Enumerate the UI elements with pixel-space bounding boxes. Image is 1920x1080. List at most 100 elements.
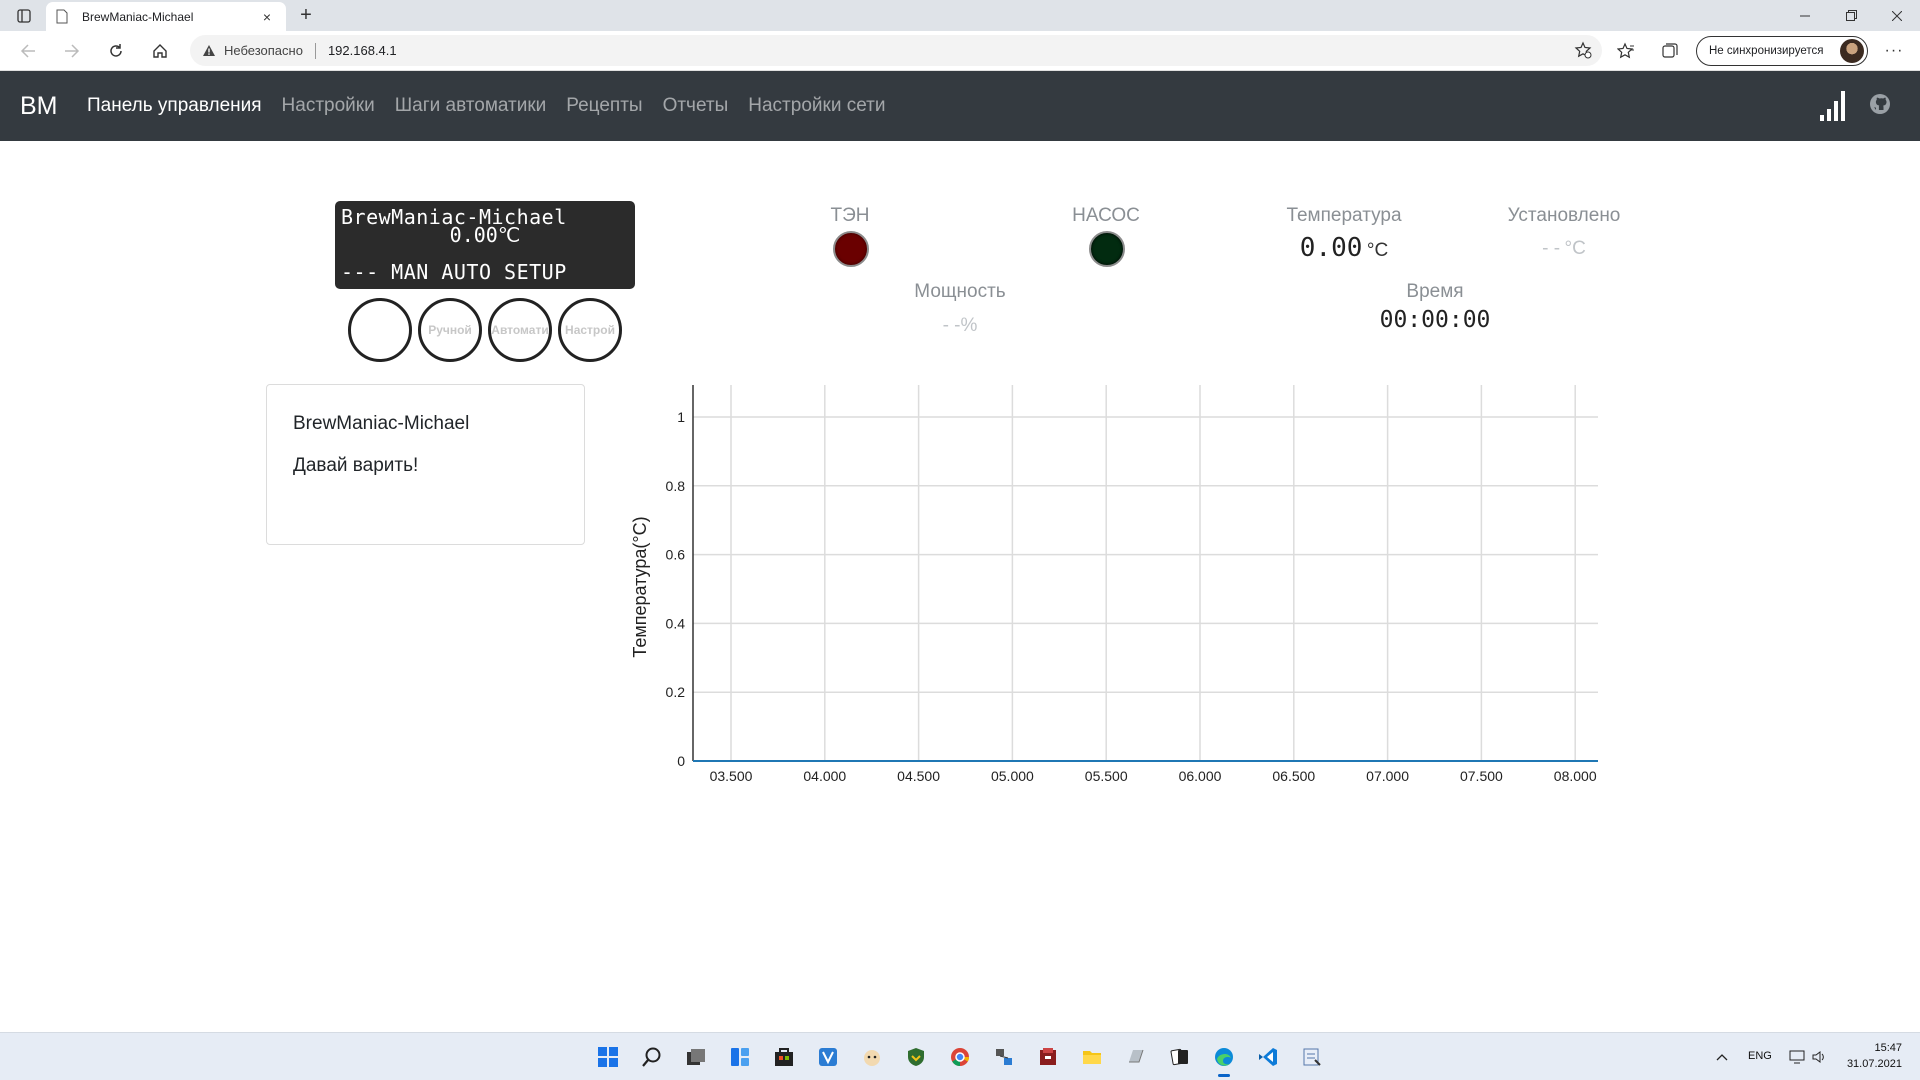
x-tick-label: 04.000: [803, 768, 846, 784]
search-icon[interactable]: [638, 1043, 666, 1071]
time-readout: 00:00:00: [1345, 307, 1525, 333]
sync-status-label: Не синхронизируется: [1709, 45, 1824, 57]
lcd-line-2: 0.00℃: [335, 223, 635, 247]
x-tick-label: 06.000: [1179, 768, 1222, 784]
nav-item-settings[interactable]: Настройки: [282, 95, 375, 117]
url-text[interactable]: 192.168.4.1: [328, 43, 397, 58]
heater-led: [833, 231, 869, 267]
edge-icon[interactable]: [1210, 1043, 1238, 1077]
pump-label: НАСОС: [1072, 205, 1140, 226]
browser-tab[interactable]: BrewManiac-Michael ×: [46, 2, 286, 32]
new-tab-button[interactable]: +: [294, 4, 318, 28]
collections-icon[interactable]: [1656, 37, 1684, 65]
x-tick-label: 05.500: [1085, 768, 1128, 784]
widgets-icon[interactable]: [726, 1043, 754, 1071]
nav-item-dashboard[interactable]: Панель управления: [87, 95, 262, 117]
forward-icon[interactable]: [58, 37, 86, 65]
power-value: - -: [942, 315, 961, 336]
vscode-icon[interactable]: [1254, 1043, 1282, 1071]
y-tick-label: 0.8: [666, 478, 686, 494]
favorites-icon[interactable]: [1612, 37, 1640, 65]
app-drive-icon[interactable]: [1122, 1043, 1150, 1071]
wifi-signal-icon[interactable]: [1820, 91, 1848, 121]
clock-date[interactable]: 31.07.2021: [1846, 1058, 1902, 1070]
temperature-value: 0.00: [1299, 233, 1363, 263]
add-favorite-icon[interactable]: [1574, 41, 1592, 64]
browser-tab-strip: BrewManiac-Michael × +: [0, 0, 1920, 32]
app-tool-icon[interactable]: [1298, 1043, 1326, 1071]
controller-card: BrewManiac-Michael Давай варить!: [266, 384, 585, 545]
site-navbar: BM Панель управления Настройки Шаги авто…: [0, 71, 1920, 141]
power-label: Мощность: [914, 281, 1006, 302]
close-tab-icon[interactable]: ×: [258, 9, 276, 25]
nav-item-reports[interactable]: Отчеты: [663, 95, 729, 117]
language-indicator[interactable]: ENG: [1748, 1050, 1772, 1062]
store-icon[interactable]: [770, 1043, 798, 1071]
y-tick-label: 0.4: [666, 615, 686, 631]
app-shield-icon[interactable]: [902, 1043, 930, 1071]
card-title: BrewManiac-Michael: [293, 413, 470, 434]
security-status[interactable]: Небезопасно: [224, 43, 303, 58]
home-icon[interactable]: [146, 37, 174, 65]
task-view-icon[interactable]: [682, 1043, 710, 1071]
nav-item-recipes[interactable]: Рецепты: [566, 95, 642, 117]
restore-icon[interactable]: [1828, 0, 1874, 31]
app-cards-icon[interactable]: [1166, 1043, 1194, 1071]
lcd-button-manual[interactable]: Ручной: [418, 298, 482, 362]
nav-item-network-settings[interactable]: Настройки сети: [748, 95, 885, 117]
temperature-chart[interactable]: 0 0.2 0.4 0.6 0.8 1 03.500 04.000 04.500 05.000 05…: [615, 375, 1615, 795]
x-tick-label: 08.000: [1554, 768, 1597, 784]
x-tick-label: 07.000: [1366, 768, 1409, 784]
heater-label: ТЭН: [830, 205, 870, 226]
nav-links: Панель управления Настройки Шаги автомат…: [87, 95, 905, 117]
profile-sync-button[interactable]: Не синхронизируется: [1696, 36, 1868, 66]
lcd-button-setup[interactable]: Настрой: [558, 298, 622, 362]
close-window-icon[interactable]: [1874, 0, 1920, 31]
setpoint-value: - -: [1542, 238, 1561, 259]
y-tick-label: 1: [677, 409, 685, 425]
y-tick-label: 0: [677, 753, 685, 769]
brand-logo[interactable]: BM: [20, 92, 58, 121]
temperature-unit: °C: [1366, 240, 1389, 261]
tab-title: BrewManiac-Michael: [82, 10, 194, 24]
temperature-label: Температура: [1286, 205, 1402, 226]
back-icon[interactable]: [14, 37, 42, 65]
address-bar[interactable]: Небезопасно 192.168.4.1: [190, 35, 1602, 66]
pump-led: [1089, 231, 1125, 267]
x-tick-label: 03.500: [710, 768, 753, 784]
x-tick-label: 06.500: [1272, 768, 1315, 784]
lcd-display: BrewManiac-Michael 0.00℃ --- MAN AUTO SE…: [335, 201, 635, 289]
app-network-icon[interactable]: [990, 1043, 1018, 1071]
chrome-icon[interactable]: [946, 1043, 974, 1071]
chevron-up-icon[interactable]: [1712, 1045, 1732, 1069]
clock-time[interactable]: 15:47: [1862, 1042, 1902, 1054]
app-archive-icon[interactable]: [1034, 1043, 1062, 1071]
lcd-line-4: --- MAN AUTO SETUP: [341, 260, 567, 284]
temperature-readout: 0.00 °C: [1254, 233, 1434, 263]
volume-icon[interactable]: [1808, 1045, 1830, 1069]
nav-item-automation-steps[interactable]: Шаги автоматики: [395, 95, 547, 117]
app-cat-icon[interactable]: [858, 1043, 886, 1071]
refresh-icon[interactable]: [102, 37, 130, 65]
github-icon[interactable]: [1869, 93, 1891, 115]
lcd-temperature-unit: ℃: [497, 223, 521, 247]
setpoint-unit: °C: [1564, 238, 1586, 259]
network-icon[interactable]: [1786, 1045, 1808, 1069]
explorer-folder-icon[interactable]: [1078, 1043, 1106, 1071]
time-label: Время: [1406, 281, 1464, 302]
windows-start-icon[interactable]: [594, 1043, 622, 1071]
power-unit: %: [960, 315, 978, 336]
setpoint-label: Установлено: [1507, 205, 1621, 226]
app-v-icon[interactable]: [814, 1043, 842, 1071]
x-tick-label: 07.500: [1460, 768, 1503, 784]
power-readout: - -%: [870, 315, 1050, 337]
browser-toolbar: Небезопасно 192.168.4.1 Не синхронизируе…: [0, 31, 1920, 71]
y-tick-label: 0.2: [666, 684, 686, 700]
avatar: [1840, 39, 1864, 63]
lcd-button-auto[interactable]: Автомати: [488, 298, 552, 362]
warning-icon[interactable]: [202, 44, 216, 57]
more-menu-icon[interactable]: ···: [1880, 37, 1908, 65]
minimize-icon[interactable]: [1782, 0, 1828, 31]
tab-actions-icon[interactable]: [10, 6, 38, 26]
lcd-button-1[interactable]: [348, 298, 412, 362]
